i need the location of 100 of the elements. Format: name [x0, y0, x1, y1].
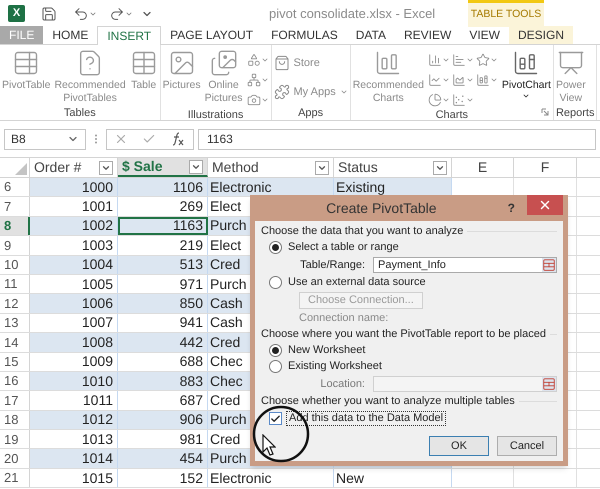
table-cell-text: Chec: [210, 372, 243, 391]
table-cell-text: 1009: [82, 352, 113, 372]
group-label: Apps: [298, 106, 324, 120]
table-cell-text: 442: [180, 332, 203, 352]
filter-button[interactable]: [99, 160, 113, 174]
table-cell-text: Cash: [210, 294, 243, 314]
ribbon-tab[interactable]: REVIEW: [394, 26, 460, 44]
column-header[interactable]: E: [452, 158, 514, 177]
function-icon[interactable]: [170, 132, 186, 146]
group-label: Tables: [64, 106, 96, 120]
checkbox[interactable]: [269, 412, 282, 425]
shopping-bag-icon: [274, 55, 290, 72]
table-cell-text: Electronic: [210, 468, 272, 488]
pointer-icon: [262, 434, 276, 456]
table-cell-text: 1003: [82, 236, 113, 255]
section-heading: Choose whether you want to analyze multiple tables: [261, 395, 515, 408]
table-cell-text: 981: [180, 430, 203, 449]
table-cell-text: 1010: [82, 372, 113, 391]
table-cell-text: New: [336, 468, 364, 488]
section-heading: Choose the data that you want to analyze: [261, 225, 464, 238]
filter-button[interactable]: [315, 160, 329, 174]
caret-icon: [442, 76, 450, 84]
ribbon-tab[interactable]: DESIGN: [509, 26, 574, 44]
presentation-icon: [556, 49, 585, 77]
table-cell-text: 883: [180, 372, 203, 391]
caret-icon: [260, 96, 269, 104]
caret-icon: [466, 96, 474, 104]
puzzle-icon: [274, 84, 290, 100]
ribbon-tab[interactable]: INSERT: [97, 26, 162, 45]
cancel-icon[interactable]: [114, 132, 128, 146]
table-cell-text: 850: [180, 294, 203, 314]
table-cell-text: 1163: [172, 216, 203, 236]
column-header[interactable]: Method: [208, 158, 334, 177]
column-header[interactable]: Order #: [30, 158, 118, 177]
table-cell-text: 687: [180, 391, 203, 410]
dialog-button[interactable]: Cancel: [497, 436, 557, 456]
table-cell-text: 219: [180, 236, 203, 255]
filter-button[interactable]: [189, 160, 203, 174]
save-icon[interactable]: [41, 6, 57, 22]
table-cell-text: 152: [180, 468, 203, 488]
caret-icon: [466, 76, 474, 84]
caret-icon: [442, 96, 450, 104]
radio-button[interactable]: [269, 344, 282, 357]
redo-icon[interactable]: [109, 6, 125, 22]
close-icon: [538, 198, 552, 212]
radio-button[interactable]: [269, 241, 282, 254]
filter-button[interactable]: [433, 160, 447, 174]
help-button[interactable]: ?: [508, 199, 515, 217]
range-picker-icon[interactable]: [542, 258, 556, 272]
caret-icon: [89, 10, 97, 18]
ribbon-tab[interactable]: HOME: [43, 26, 98, 44]
formula-field[interactable]: 1163: [198, 128, 596, 150]
table-cell-text: Purch: [210, 216, 247, 236]
ribbon-button[interactable]: PivotChart: [502, 79, 551, 92]
table-cell-text: 1012: [82, 410, 113, 430]
table-cell-text: Cred: [210, 430, 240, 449]
column-header[interactable]: $ Sale: [118, 158, 208, 177]
table-cell-text: 688: [180, 352, 203, 372]
table-cell-text: Purch: [210, 449, 247, 468]
table-cell-text: 1001: [82, 197, 113, 216]
undo-icon[interactable]: [73, 6, 89, 22]
group-label: Reports: [556, 106, 594, 120]
radio-label: Select a table or range: [288, 241, 399, 254]
radio-button[interactable]: [269, 276, 282, 289]
ribbon-tab[interactable]: DATA: [346, 26, 395, 44]
table-cell-text: 941: [180, 313, 203, 332]
table-cell-text: Electronic: [210, 178, 272, 197]
caret-icon: [522, 92, 530, 100]
highlight-circle: [252, 405, 310, 463]
ribbon-tab[interactable]: VIEW: [460, 26, 509, 44]
table-cell-text: Cred: [210, 255, 240, 274]
table-cell-text: Cred: [210, 391, 240, 410]
table-cell-text: Existing: [336, 178, 386, 197]
row-header[interactable]: 8: [0, 216, 30, 236]
context-label: TABLE TOOLS: [468, 0, 544, 27]
range-field[interactable]: Payment_Info: [373, 257, 557, 273]
table-cell-text: 1004: [82, 255, 113, 274]
caret-icon: [490, 56, 498, 64]
close-button[interactable]: [527, 195, 563, 215]
ribbon-tab[interactable]: FORMULAS: [262, 26, 347, 44]
table-cell-text: Elect: [210, 236, 242, 255]
connection-caption: Connection name:: [298, 312, 390, 325]
name-box[interactable]: B8: [4, 128, 86, 150]
table-cell-text: 1005: [82, 274, 113, 294]
column-header[interactable]: F: [514, 158, 577, 177]
dialog-button[interactable]: OK: [429, 436, 489, 456]
table-cell-text: 1007: [82, 313, 113, 332]
table-cell-text: 269: [180, 197, 203, 216]
field-label: Location:: [319, 378, 365, 390]
table-cell-text: 1015: [82, 468, 113, 488]
caret-icon: [125, 10, 133, 18]
column-header[interactable]: Status: [334, 158, 452, 177]
group-label: Illustrations: [188, 108, 244, 122]
table-cell-text: 1013: [82, 430, 113, 449]
radio-button[interactable]: [269, 360, 282, 373]
radio-label: Use an external data source: [288, 276, 426, 289]
radio-label: New Worksheet: [288, 344, 366, 357]
dialog-launcher-icon[interactable]: [540, 108, 549, 116]
ribbon-tab[interactable]: PAGE LAYOUT: [161, 26, 262, 44]
table-cell-text: 906: [180, 410, 203, 430]
